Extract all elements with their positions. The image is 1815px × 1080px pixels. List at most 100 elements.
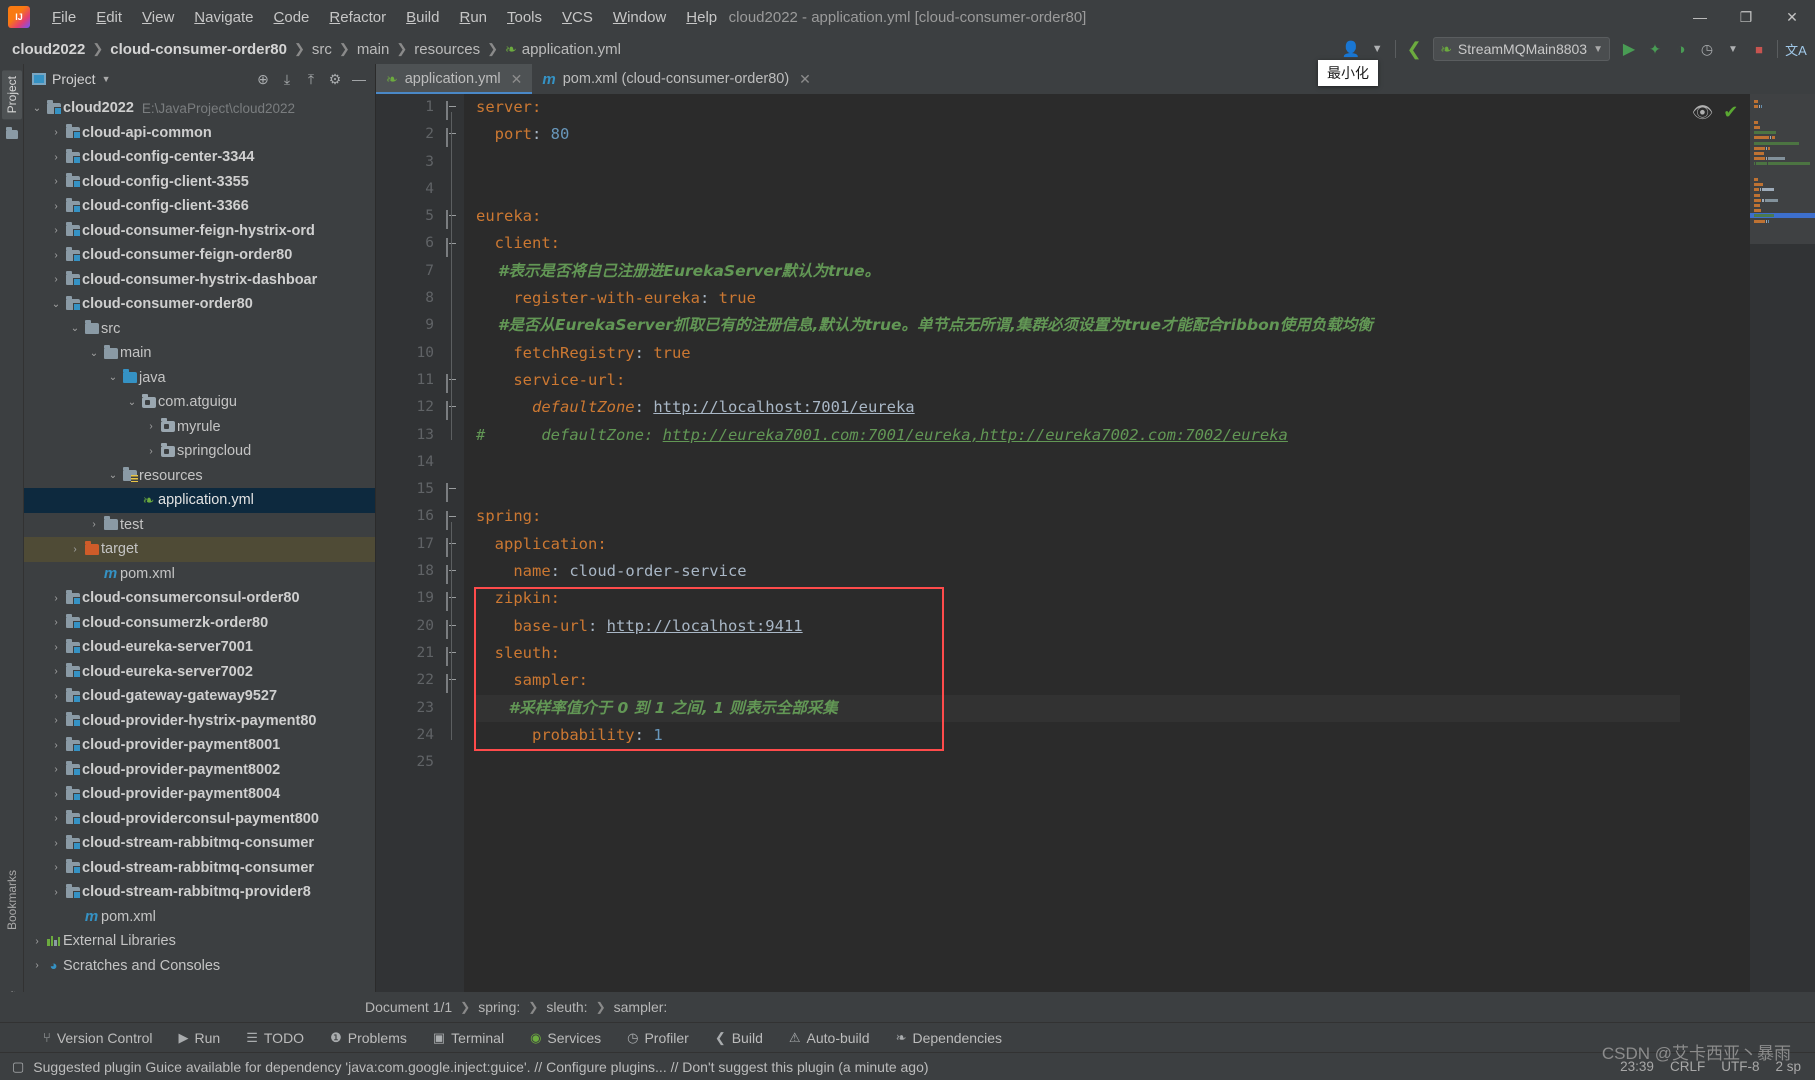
- code-line[interactable]: port: 80: [476, 121, 1680, 148]
- chevron-right-icon[interactable]: ›: [49, 691, 63, 702]
- code-line[interactable]: zipkin:: [476, 585, 1680, 612]
- tree-node[interactable]: ⌄ cloud-consumer-order80: [24, 292, 375, 317]
- tool-window-profiler[interactable]: ◷ Profiler: [614, 1030, 702, 1046]
- collapse-all-icon[interactable]: ⤒: [299, 67, 323, 91]
- fold-toggle-icon[interactable]: [446, 237, 458, 257]
- user-account-icon[interactable]: 👤: [1338, 36, 1364, 62]
- menu-item-view[interactable]: View: [132, 6, 184, 29]
- tool-window-version-control[interactable]: ⑂ Version Control: [30, 1030, 166, 1046]
- run-button[interactable]: ▶: [1616, 36, 1642, 62]
- eye-off-icon[interactable]: 👁: [1692, 103, 1714, 123]
- code-line[interactable]: service-url:: [476, 367, 1680, 394]
- project-tree[interactable]: ⌄ cloud2022 E:\JavaProject\cloud2022 › cloud…: [24, 94, 375, 1069]
- fold-toggle-icon[interactable]: [446, 210, 458, 230]
- editor-tabs[interactable]: ❧ application.yml ✕ m pom.xml (cloud-consume…: [376, 64, 1815, 94]
- fold-toggle-icon[interactable]: [446, 674, 458, 694]
- code-line[interactable]: #是否从EurekaServer抓取已有的注册信息,默认为true。单节点无所谓…: [476, 312, 1680, 339]
- tree-node[interactable]: ⌄ com.atguigu: [24, 390, 375, 415]
- main-toolbar[interactable]: 👤 ▼ ❮ ❧ StreamMQMain8803 ▼ ▶ ✦ ◑ ◷ ▼ ■ 文…: [1338, 36, 1815, 62]
- left-tool-strip[interactable]: Project Bookmarks Structure: [0, 64, 24, 1080]
- fold-toggle-icon[interactable]: [446, 374, 458, 393]
- fold-toggle-icon[interactable]: [446, 483, 458, 503]
- code-line[interactable]: fetchRegistry: true: [476, 340, 1680, 367]
- chevron-right-icon[interactable]: ›: [144, 446, 158, 457]
- tool-window-problems[interactable]: ❶ Problems: [317, 1030, 420, 1046]
- tool-window-build[interactable]: ❮ Build: [702, 1030, 776, 1046]
- chevron-right-icon[interactable]: ›: [87, 519, 101, 530]
- tree-node[interactable]: › cloud-consumerconsul-order80: [24, 586, 375, 611]
- chevron-right-icon[interactable]: ›: [49, 813, 63, 824]
- tree-node[interactable]: › cloud-consumer-hystrix-dashboar: [24, 268, 375, 293]
- menu-bar[interactable]: File Edit View Navigate Code Refactor Build Run…: [42, 9, 727, 26]
- tree-node[interactable]: › cloud-consumerzk-order80: [24, 611, 375, 636]
- chevron-right-icon[interactable]: ›: [49, 666, 63, 677]
- chevron-right-icon[interactable]: ›: [30, 960, 44, 971]
- breadcrumb-item-5[interactable]: ❧ application.yml: [505, 41, 621, 58]
- tool-window-dependencies[interactable]: ❧ Dependencies: [883, 1030, 1015, 1046]
- menu-item-code[interactable]: Code: [264, 6, 320, 29]
- tree-node[interactable]: › target: [24, 537, 375, 562]
- menu-item-file[interactable]: File: [42, 6, 86, 29]
- window-minimize-button[interactable]: —: [1677, 0, 1723, 34]
- chevron-right-icon[interactable]: ›: [144, 421, 158, 432]
- tree-node[interactable]: › External Libraries: [24, 929, 375, 954]
- status-bar-right[interactable]: 23:39 CRLF UTF-8 2 sp: [1620, 1059, 1815, 1074]
- chevron-right-icon[interactable]: ›: [49, 862, 63, 873]
- tree-node[interactable]: › cloud-provider-payment8002: [24, 758, 375, 783]
- tree-node[interactable]: ⌄ main: [24, 341, 375, 366]
- tree-node[interactable]: › cloud-stream-rabbitmq-consumer: [24, 831, 375, 856]
- tree-node[interactable]: › cloud-stream-rabbitmq-consumer: [24, 856, 375, 881]
- chevron-right-icon[interactable]: ›: [49, 127, 63, 138]
- breadcrumb-item-2[interactable]: src: [312, 41, 332, 58]
- breadcrumb-item-1[interactable]: cloud-consumer-order80: [110, 41, 287, 58]
- tree-node[interactable]: › test: [24, 513, 375, 538]
- menu-item-refactor[interactable]: Refactor: [319, 6, 396, 29]
- tree-node[interactable]: › cloud-provider-hystrix-payment80: [24, 709, 375, 734]
- chevron-right-icon[interactable]: ›: [49, 642, 63, 653]
- tree-node[interactable]: › cloud-config-client-3355: [24, 170, 375, 195]
- tool-window-terminal[interactable]: ▣ Terminal: [420, 1030, 517, 1046]
- chevron-right-icon[interactable]: ›: [49, 250, 63, 261]
- tree-node[interactable]: › ◕ Scratches and Consoles: [24, 954, 375, 979]
- code-line[interactable]: server:: [476, 94, 1680, 121]
- breadcrumb-item-4[interactable]: resources: [414, 41, 480, 58]
- code-line[interactable]: [476, 149, 1680, 176]
- code-line[interactable]: sampler:: [476, 667, 1680, 694]
- tree-node[interactable]: › cloud-gateway-gateway9527: [24, 684, 375, 709]
- code-line[interactable]: [476, 176, 1680, 203]
- search-everywhere-icon[interactable]: 文A: [1783, 36, 1809, 62]
- code-line[interactable]: #表示是否将自己注册进EurekaServer默认为true。: [476, 258, 1680, 285]
- chevron-down-icon[interactable]: ▼: [1593, 44, 1603, 55]
- chevron-right-icon[interactable]: ›: [49, 225, 63, 236]
- inspection-ok-icon[interactable]: ✔: [1723, 102, 1738, 123]
- stop-button[interactable]: ■: [1746, 36, 1772, 62]
- status-item-1[interactable]: CRLF: [1670, 1059, 1705, 1074]
- chevron-right-icon[interactable]: ›: [49, 617, 63, 628]
- menu-item-window[interactable]: Window: [603, 6, 676, 29]
- fold-toggle-icon[interactable]: [446, 128, 458, 148]
- menu-item-edit[interactable]: Edit: [86, 6, 132, 29]
- fold-toggle-icon[interactable]: [446, 647, 458, 666]
- code-line[interactable]: spring:: [476, 503, 1680, 530]
- chevron-right-icon[interactable]: ›: [49, 740, 63, 751]
- chevron-down-icon[interactable]: ▼: [102, 74, 111, 84]
- chevron-right-icon[interactable]: ›: [49, 201, 63, 212]
- code-line[interactable]: sleuth:: [476, 640, 1680, 667]
- code-line[interactable]: probability: 1: [476, 722, 1680, 749]
- expand-all-icon[interactable]: ⤓: [275, 67, 299, 91]
- chevron-down-icon[interactable]: ⌄: [125, 397, 139, 408]
- status-item-0[interactable]: 23:39: [1620, 1059, 1654, 1074]
- tree-node[interactable]: ❧ application.yml: [24, 488, 375, 513]
- run-with-coverage-button[interactable]: ◑: [1668, 36, 1694, 62]
- tool-window-services[interactable]: ◉ Services: [517, 1030, 614, 1046]
- tree-node[interactable]: › springcloud: [24, 439, 375, 464]
- menu-item-help[interactable]: Help: [676, 6, 727, 29]
- menu-item-tools[interactable]: Tools: [497, 6, 552, 29]
- tree-node[interactable]: › cloud-consumer-feign-hystrix-ord: [24, 219, 375, 244]
- gear-icon[interactable]: ⚙: [323, 67, 347, 91]
- tree-node[interactable]: › myrule: [24, 415, 375, 440]
- chevron-right-icon[interactable]: ›: [30, 936, 44, 947]
- tool-window-auto-build[interactable]: ⚠ Auto-build: [776, 1030, 883, 1046]
- chevron-right-icon[interactable]: ›: [49, 887, 63, 898]
- tree-node[interactable]: › cloud-providerconsul-payment800: [24, 807, 375, 832]
